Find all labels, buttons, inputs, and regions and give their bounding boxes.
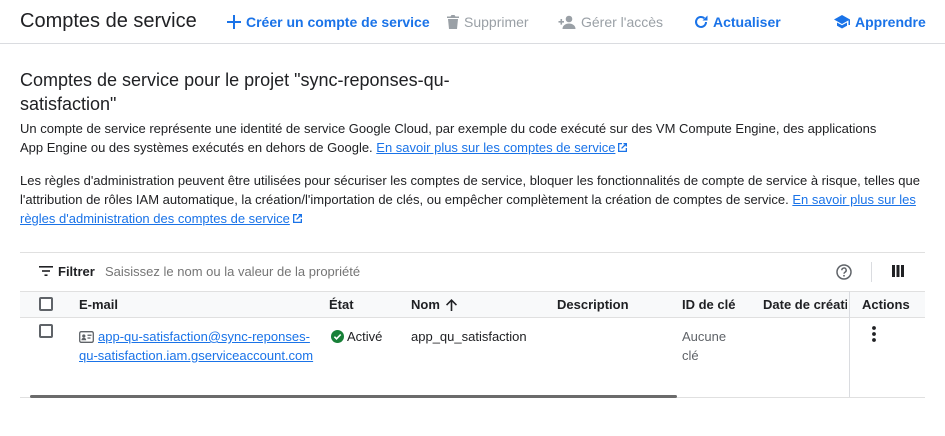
section-title: Comptes de service pour le projet "sync-…	[20, 70, 450, 114]
column-header-actions: Actions	[862, 297, 910, 312]
filter-list-icon[interactable]	[39, 266, 53, 276]
table-row: app-qu-satisfaction@sync-reponses-qu-sat…	[20, 318, 925, 398]
learn-more-service-accounts-link[interactable]: En savoir plus sur les comptes de servic…	[376, 140, 615, 155]
create-label: Créer un compte de service	[246, 14, 430, 30]
trash-icon	[447, 15, 459, 29]
learn-label: Apprendre	[855, 14, 926, 30]
learn-button[interactable]: Apprendre	[834, 12, 926, 32]
column-header-created[interactable]: Date de création	[763, 297, 847, 312]
filter-label: Filtrer	[58, 264, 95, 279]
policy-text: Les règles d'administration peuvent être…	[20, 173, 920, 207]
column-header-status[interactable]: État	[329, 297, 354, 312]
manage-access-button[interactable]: Gérer l'accès	[558, 12, 663, 32]
status-badge: Activé	[331, 327, 382, 346]
delete-button[interactable]: Supprimer	[447, 12, 529, 32]
refresh-icon	[695, 15, 708, 28]
toolbar-divider	[871, 262, 872, 282]
refresh-label: Actualiser	[713, 14, 781, 30]
name-cell: app_qu_satisfaction	[411, 329, 527, 344]
external-link-icon	[618, 143, 628, 152]
service-account-icon	[79, 331, 94, 343]
manage-label: Gérer l'accès	[581, 14, 664, 30]
table-header-row: E-mail État Nom Description ID de clé Da…	[20, 291, 925, 318]
column-header-description[interactable]: Description	[557, 297, 629, 312]
service-accounts-table: Filtrer E-mail État Nom Description ID d…	[20, 252, 925, 398]
filter-bar: Filtrer	[20, 253, 925, 291]
column-header-name-label: Nom	[411, 297, 440, 312]
create-service-account-button[interactable]: Créer un compte de service	[227, 12, 430, 32]
horizontal-scrollbar[interactable]	[30, 395, 677, 398]
description-paragraph: Un compte de service représente une iden…	[20, 119, 900, 157]
column-display-icon[interactable]	[892, 265, 904, 277]
column-header-name[interactable]: Nom	[411, 297, 457, 312]
status-text: Activé	[347, 329, 383, 344]
plus-icon	[227, 15, 241, 29]
key-id-cell: Aucune clé	[682, 329, 727, 363]
check-circle-icon	[331, 330, 344, 343]
row-checkbox[interactable]	[39, 324, 53, 338]
external-link-icon	[292, 214, 302, 223]
email-cell: app-qu-satisfaction@sync-reponses-qu-sat…	[79, 327, 314, 365]
refresh-button[interactable]: Actualiser	[694, 12, 781, 32]
top-toolbar: Comptes de service Créer un compte de se…	[0, 0, 945, 44]
help-icon[interactable]	[836, 264, 852, 280]
person-add-icon	[558, 15, 576, 29]
school-icon	[834, 15, 850, 29]
delete-label: Supprimer	[464, 14, 529, 30]
column-header-email[interactable]: E-mail	[79, 297, 118, 312]
select-all-checkbox[interactable]	[39, 297, 53, 311]
more-vert-icon[interactable]	[868, 325, 880, 343]
column-header-key-id[interactable]: ID de clé	[682, 297, 735, 312]
policy-paragraph: Les règles d'administration peuvent être…	[20, 171, 925, 228]
page-title: Comptes de service	[20, 10, 197, 32]
arrow-up-icon	[445, 298, 457, 311]
service-account-email-link[interactable]: app-qu-satisfaction@sync-reponses-qu-sat…	[79, 329, 313, 363]
filter-input[interactable]	[105, 264, 605, 279]
